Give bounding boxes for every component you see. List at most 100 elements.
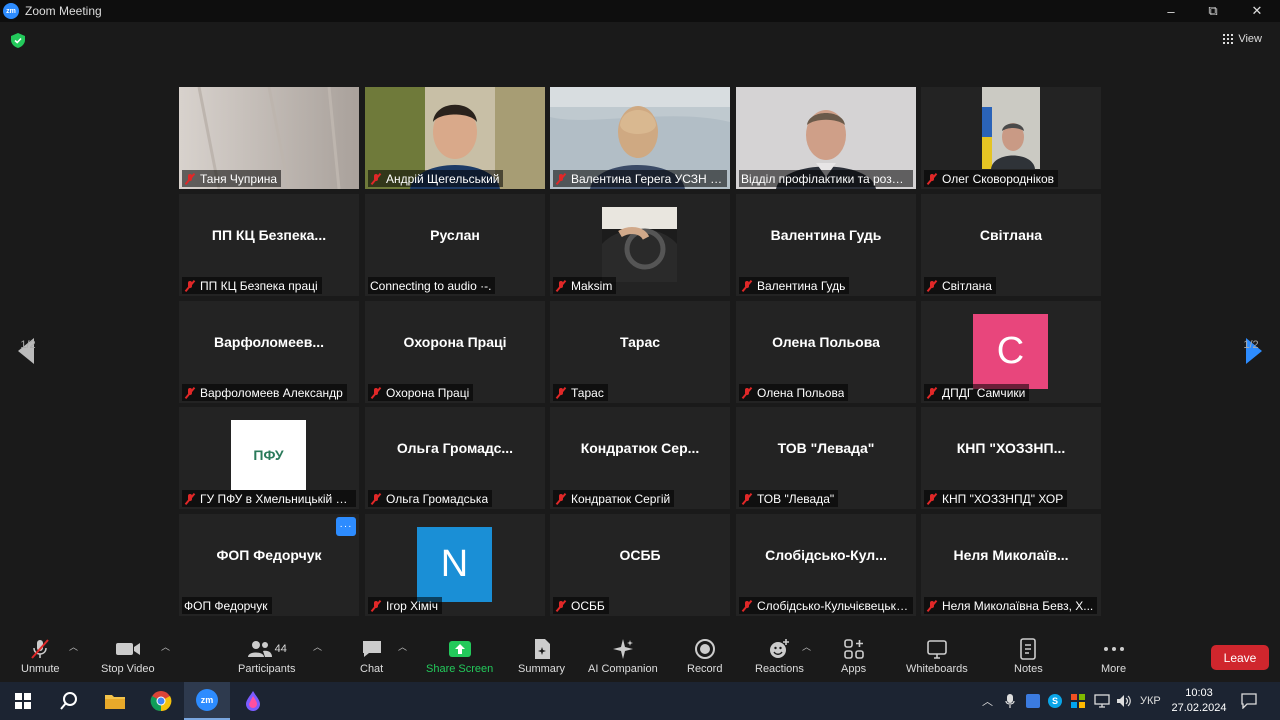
restore-button[interactable]: ⧉ (1190, 0, 1236, 22)
participant-name-text: Валентина Гудь (757, 278, 846, 293)
participant-tile[interactable]: Валентина Герега УСЗН К... (550, 87, 730, 189)
participant-tile[interactable]: КНП "ХОЗЗНП... КНП "ХОЗЗНПД" ХОР (921, 407, 1101, 509)
taskbar-clock[interactable]: 10:03 27.02.2024 (1166, 686, 1232, 716)
network-app-tray-icon[interactable] (1026, 682, 1040, 720)
view-button[interactable]: View (1223, 33, 1262, 45)
participant-name-text: Тарас (571, 385, 604, 400)
paint-drop-icon[interactable] (230, 682, 276, 720)
windows-color-tray-icon[interactable] (1071, 682, 1085, 720)
participant-tile[interactable]: Слобідсько-Кул... Слобідсько-Кульчієвецьк… (736, 514, 916, 616)
audio-options-caret-icon[interactable]: ︿ (69, 640, 78, 653)
microphone-tray-icon[interactable] (1005, 682, 1015, 720)
participant-name-text: Maksim (571, 278, 613, 293)
participant-tile[interactable]: Неля Миколаїв... Неля Миколаївна Бевз, Х.… (921, 514, 1101, 616)
chat-label: Chat (360, 663, 384, 675)
participant-avatar: C (973, 314, 1048, 389)
close-button[interactable]: ✕ (1234, 0, 1280, 22)
participant-tile[interactable]: Варфоломеев... Варфоломеев Александр (179, 301, 359, 403)
skype-tray-icon[interactable]: S (1048, 682, 1062, 720)
participant-display-name: КНП "ХОЗЗНП... (956, 440, 1066, 456)
chrome-icon[interactable] (138, 682, 184, 720)
participant-name-text: Connecting to audio ·-. (370, 278, 492, 293)
participant-name-label: ОСББ (553, 597, 609, 614)
muted-mic-icon (370, 493, 382, 505)
participant-tile[interactable]: Тарас Тарас (550, 301, 730, 403)
participant-tile[interactable]: ОСББ ОСББ (550, 514, 730, 616)
participant-tile[interactable]: Руслан Connecting to audio ·-. (365, 194, 545, 296)
chat-caret-icon[interactable]: ︿ (398, 640, 407, 653)
reactions-label: Reactions (755, 663, 804, 675)
participant-tile[interactable]: ПФУ ГУ ПФУ в Хмельницькій о... (179, 407, 359, 509)
zoom-taskbar-icon[interactable]: zm (184, 682, 230, 720)
reactions-button[interactable]: Reactions (755, 638, 804, 675)
participant-name-text: Таня Чуприна (200, 171, 278, 186)
muted-mic-icon (184, 493, 196, 505)
windows-start-icon[interactable] (0, 682, 46, 720)
volume-icon[interactable] (1116, 682, 1132, 720)
participant-name-label: Валентина Гудь (739, 277, 850, 294)
participant-name-text: ГУ ПФУ в Хмельницькій о... (200, 491, 352, 506)
unmute-button[interactable]: Unmute (21, 638, 60, 675)
participant-tile[interactable]: Світлана Світлана (921, 194, 1101, 296)
stop-video-button[interactable]: Stop Video (101, 638, 155, 675)
participant-name-text: Олена Польова (757, 385, 845, 400)
muted-mic-icon (555, 280, 567, 292)
participant-tile[interactable]: ФОП Федорчук ··· ФОП Федорчук (179, 514, 359, 616)
participant-name-text: ТОВ "Левада" (757, 491, 835, 506)
chat-button[interactable]: Chat (360, 638, 383, 675)
meeting-area: View 1/2 1/2 Таня Чуприна Андрій Щегельсь… (0, 22, 1280, 630)
participant-name-label: Ольга Громадська (368, 490, 493, 507)
apps-button[interactable]: Apps (841, 638, 866, 675)
search-icon[interactable] (46, 682, 92, 720)
participants-icon: 44 (247, 638, 287, 660)
participant-tile[interactable]: Олена Польова Олена Польова (736, 301, 916, 403)
leave-button[interactable]: Leave (1211, 645, 1269, 670)
participant-tile[interactable]: Охорона Праці Охорона Праці (365, 301, 545, 403)
participants-button[interactable]: 44 Participants (238, 638, 295, 675)
participants-caret-icon[interactable]: ︿ (313, 640, 322, 653)
file-explorer-icon[interactable] (92, 682, 138, 720)
ai-companion-button[interactable]: AI Companion (588, 638, 658, 675)
whiteboards-button[interactable]: Whiteboards (906, 638, 968, 675)
participant-tile[interactable]: Кондратюк Сер... Кондратюк Сергій (550, 407, 730, 509)
participant-tile[interactable]: Таня Чуприна (179, 87, 359, 189)
notes-button[interactable]: Notes (1014, 638, 1043, 675)
muted-mic-icon (370, 387, 382, 399)
sparkle-icon (612, 638, 634, 660)
participant-name-label: Олена Польова (739, 384, 849, 401)
record-button[interactable]: Record (687, 638, 722, 675)
pfu-logo: ПФУ (231, 420, 306, 490)
participant-tile[interactable]: Відділ профілактики та розслі... (736, 87, 916, 189)
minimize-button[interactable]: – (1148, 0, 1194, 22)
more-dots-icon (1102, 638, 1126, 660)
page-indicator-right: 1/2 (1243, 339, 1259, 351)
shield-icon[interactable] (11, 33, 25, 48)
tray-overflow-chevron-icon[interactable]: ︿ (982, 682, 993, 720)
share-screen-button[interactable]: Share Screen (426, 638, 493, 675)
participant-name-text: Охорона Праці (386, 385, 470, 400)
participant-display-name: Руслан (430, 227, 480, 243)
participant-tile[interactable]: N Ігор Хіміч (365, 514, 545, 616)
participant-tile[interactable]: ПП КЦ Безпека... ПП КЦ Безпека праці (179, 194, 359, 296)
notification-icon[interactable] (1241, 682, 1257, 720)
participant-tile[interactable]: Олег Сковородніков (921, 87, 1101, 189)
participant-tile[interactable]: Андрій Щегельський (365, 87, 545, 189)
network-icon[interactable] (1094, 682, 1110, 720)
video-options-caret-icon[interactable]: ︿ (161, 640, 170, 653)
more-button[interactable]: More (1101, 638, 1126, 675)
participant-tile[interactable]: Ольга Громадс... Ольга Громадська (365, 407, 545, 509)
participants-label: Participants (238, 663, 296, 675)
tile-more-options-icon[interactable]: ··· (336, 517, 356, 536)
muted-mic-icon (184, 280, 196, 292)
muted-mic-icon (555, 387, 567, 399)
summary-button[interactable]: Summary (518, 638, 565, 675)
summary-label: Summary (518, 663, 566, 675)
participant-tile[interactable]: Maksim (550, 194, 730, 296)
reactions-caret-icon[interactable]: ︿ (802, 640, 811, 653)
participant-name-label: Олег Сковородніков (924, 170, 1059, 187)
participant-tile[interactable]: Валентина Гудь Валентина Гудь (736, 194, 916, 296)
zoom-app-icon: zm (3, 3, 19, 19)
participant-tile[interactable]: C ДПДГ Самчики (921, 301, 1101, 403)
keyboard-language[interactable]: УКР (1140, 682, 1161, 720)
participant-tile[interactable]: ТОВ "Левада" ТОВ "Левада" (736, 407, 916, 509)
